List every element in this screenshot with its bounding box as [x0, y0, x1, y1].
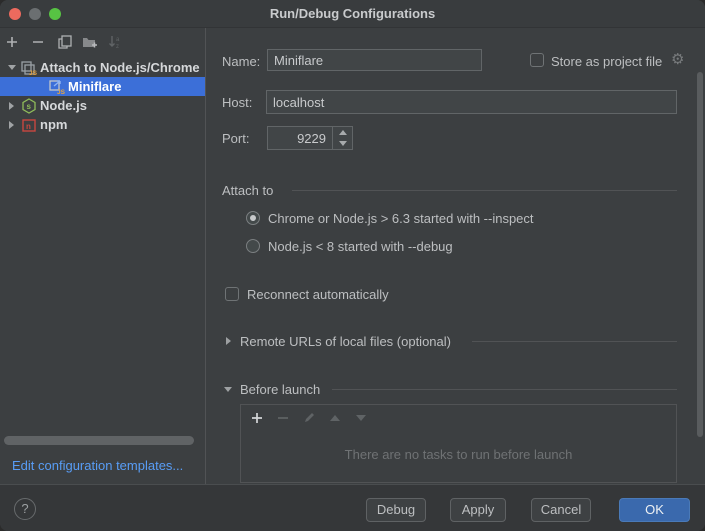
- host-input[interactable]: [266, 90, 677, 114]
- port-label: Port:: [222, 131, 249, 146]
- sort-configurations-icon[interactable]: az: [105, 32, 125, 52]
- titlebar: Run/Debug Configurations: [0, 0, 705, 28]
- move-task-down-icon[interactable]: [353, 410, 369, 426]
- attach-to-divider: [292, 190, 677, 191]
- remove-task-icon[interactable]: [275, 410, 291, 426]
- no-tasks-message: There are no tasks to run before launch: [241, 447, 676, 462]
- host-label: Host:: [222, 95, 252, 110]
- name-input[interactable]: [267, 49, 482, 71]
- reconnect-automatically-label[interactable]: Reconnect automatically: [247, 287, 389, 302]
- svg-text:JS: JS: [29, 70, 37, 76]
- tree-item-npm-group[interactable]: n npm: [0, 115, 205, 134]
- sidebar-toolbar: az: [0, 28, 205, 56]
- ok-button[interactable]: OK: [619, 498, 690, 522]
- tree-item-label: Miniflare: [68, 79, 121, 94]
- store-as-project-file-label: Store as project file: [551, 54, 662, 69]
- tree-item-label: Node.js: [40, 98, 87, 113]
- horizontal-scrollbar-thumb[interactable]: [4, 436, 194, 445]
- attach-inspect-radio[interactable]: [246, 211, 260, 225]
- port-increment-button[interactable]: [333, 127, 352, 138]
- port-spinner: [332, 127, 352, 149]
- before-launch-toolbar: [241, 405, 676, 430]
- new-folder-icon[interactable]: [79, 32, 99, 52]
- attach-inspect-radio-label[interactable]: Chrome or Node.js > 6.3 started with --i…: [268, 211, 534, 226]
- before-launch-divider: [332, 389, 677, 390]
- edit-configuration-templates-link[interactable]: Edit configuration templates...: [12, 458, 183, 473]
- port-decrement-button[interactable]: [333, 138, 352, 149]
- attach-nodejs-chrome-icon: JS: [21, 60, 37, 76]
- add-configuration-icon[interactable]: [2, 32, 22, 52]
- tree-item-miniflare[interactable]: JS Miniflare: [0, 77, 205, 96]
- store-as-project-file-checkbox[interactable]: [530, 53, 544, 67]
- port-input[interactable]: [268, 127, 332, 149]
- remove-configuration-icon[interactable]: [28, 32, 48, 52]
- before-launch-chevron-down-icon[interactable]: [224, 385, 233, 394]
- svg-text:z: z: [116, 44, 119, 49]
- tree-item-attach-group[interactable]: JS Attach to Node.js/Chrome: [0, 58, 205, 77]
- tree-item-nodejs-group[interactable]: s Node.js: [0, 96, 205, 115]
- before-launch-section-label[interactable]: Before launch: [240, 382, 320, 397]
- cancel-button[interactable]: Cancel: [531, 498, 591, 522]
- attach-debug-radio[interactable]: [246, 239, 260, 253]
- debug-button[interactable]: Debug: [366, 498, 426, 522]
- configuration-form: Name: Store as project file ⚙ Host: Port…: [207, 28, 705, 484]
- svg-text:JS: JS: [57, 89, 65, 95]
- help-button[interactable]: ?: [14, 498, 36, 520]
- miniflare-config-icon: JS: [49, 79, 65, 95]
- before-launch-tasks-panel: There are no tasks to run before launch: [240, 404, 677, 483]
- configurations-sidebar: az JS Attach to Node.js/Chrome JS Minifl…: [0, 28, 206, 484]
- dialog-footer: ? Debug Apply Cancel OK: [0, 484, 705, 531]
- remote-urls-chevron-right-icon[interactable]: [224, 337, 233, 346]
- svg-text:n: n: [26, 122, 31, 131]
- attach-to-section-label: Attach to: [222, 183, 273, 198]
- reconnect-automatically-checkbox[interactable]: [225, 287, 239, 301]
- vertical-scrollbar-thumb[interactable]: [697, 72, 703, 437]
- copy-configuration-icon[interactable]: [55, 32, 75, 52]
- npm-icon: n: [21, 117, 37, 133]
- edit-task-pencil-icon[interactable]: [301, 410, 317, 426]
- svg-text:s: s: [27, 102, 32, 111]
- attach-debug-radio-label[interactable]: Node.js < 8 started with --debug: [268, 239, 453, 254]
- tree-item-label: npm: [40, 117, 67, 132]
- store-options-gear-icon[interactable]: ⚙: [671, 53, 684, 67]
- dialog-title: Run/Debug Configurations: [0, 6, 705, 21]
- run-debug-configurations-dialog: Run/Debug Configurations az: [0, 0, 705, 531]
- port-field: [267, 126, 353, 150]
- apply-button[interactable]: Apply: [450, 498, 506, 522]
- configurations-tree: JS Attach to Node.js/Chrome JS Miniflare…: [0, 58, 205, 134]
- chevron-down-icon[interactable]: [8, 64, 16, 72]
- remote-urls-section-label[interactable]: Remote URLs of local files (optional): [240, 334, 451, 349]
- name-label: Name:: [222, 54, 260, 69]
- tree-item-label: Attach to Node.js/Chrome: [40, 60, 200, 75]
- chevron-right-icon[interactable]: [8, 102, 16, 110]
- remote-urls-divider: [472, 341, 677, 342]
- nodejs-icon: s: [21, 98, 37, 114]
- move-task-up-icon[interactable]: [327, 410, 343, 426]
- add-task-icon[interactable]: [249, 410, 265, 426]
- svg-text:a: a: [116, 37, 120, 43]
- chevron-right-icon[interactable]: [8, 121, 16, 129]
